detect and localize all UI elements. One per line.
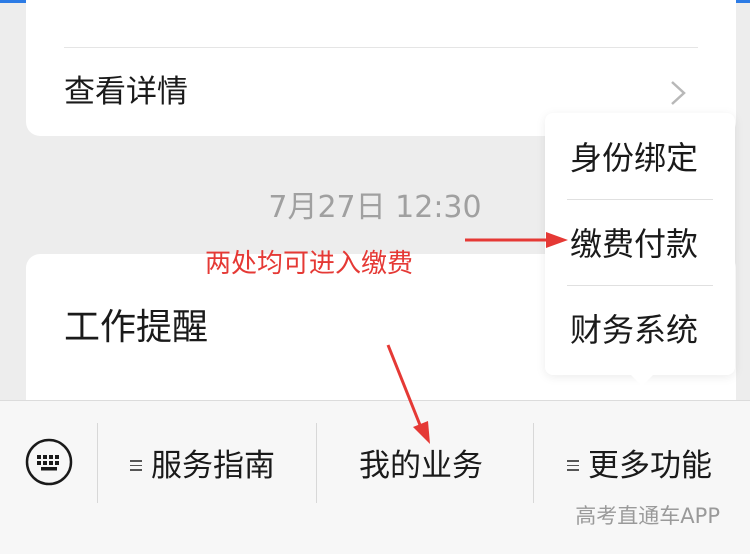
tab-separator	[97, 423, 98, 503]
popup-menu: 身份绑定 缴费付款 财务系统	[545, 113, 735, 375]
work-reminder-title: 工作提醒	[64, 307, 209, 348]
keyboard-icon[interactable]	[24, 437, 74, 487]
tab-my-business[interactable]: 我的业务	[359, 441, 483, 491]
tab-separator	[533, 423, 534, 503]
tab-more-functions-label: 更多功能	[588, 448, 712, 484]
tab-my-business-label: 我的业务	[359, 448, 483, 484]
card-divider	[64, 47, 698, 48]
menu-lines-icon	[130, 460, 142, 471]
menu-separator	[567, 285, 713, 286]
tab-more-functions[interactable]: 更多功能	[567, 441, 712, 491]
view-details-label: 查看详情	[64, 74, 188, 110]
chevron-right-icon	[671, 81, 686, 105]
tab-service-guide-label: 服务指南	[151, 448, 275, 484]
menu-item-finance-system[interactable]: 财务系统	[545, 287, 735, 373]
annotation-text: 两处均可进入缴费	[205, 249, 414, 279]
tab-service-guide[interactable]: 服务指南	[130, 441, 275, 491]
watermark: 高考直通车APP	[575, 504, 720, 528]
tab-separator	[316, 423, 317, 503]
popup-pointer	[630, 374, 654, 386]
bottom-menu-bar: 服务指南 我的业务 更多功能 高考直通车APP	[0, 400, 750, 554]
menu-item-identity-binding[interactable]: 身份绑定	[545, 115, 735, 201]
menu-item-payment[interactable]: 缴费付款	[545, 201, 735, 287]
menu-lines-icon	[567, 460, 579, 471]
menu-separator	[567, 199, 713, 200]
